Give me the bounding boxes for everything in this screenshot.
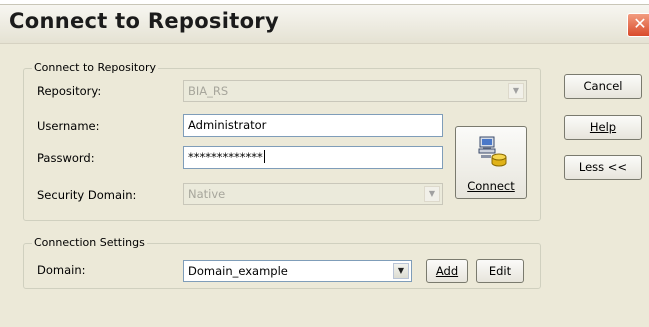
- repository-label: Repository:: [37, 84, 102, 98]
- close-button[interactable]: ✕: [627, 13, 649, 37]
- domain-value: Domain_example: [188, 264, 288, 278]
- domain-select[interactable]: Domain_example ▼: [183, 260, 412, 282]
- close-icon: ✕: [633, 14, 647, 33]
- title-bar[interactable]: Connect to Repository ✕: [0, 5, 649, 44]
- security-domain-value: Native: [188, 187, 226, 201]
- password-input[interactable]: *************: [183, 146, 443, 169]
- edit-button[interactable]: Edit: [476, 259, 524, 283]
- chevron-down-icon[interactable]: ▼: [393, 263, 409, 279]
- connect-label: Connect: [467, 179, 515, 193]
- password-value: *************: [188, 150, 263, 164]
- password-label: Password:: [37, 151, 95, 165]
- username-label: Username:: [37, 119, 100, 133]
- help-button[interactable]: Help: [564, 115, 642, 140]
- cancel-button[interactable]: Cancel: [564, 74, 642, 99]
- text-cursor: [263, 150, 265, 163]
- repository-select[interactable]: BIA_RS ▼: [183, 80, 527, 102]
- security-domain-select[interactable]: Native ▼: [183, 183, 443, 205]
- username-input[interactable]: Administrator: [183, 114, 443, 137]
- chevron-down-icon[interactable]: ▼: [508, 83, 524, 99]
- repository-value: BIA_RS: [188, 84, 229, 98]
- domain-label: Domain:: [37, 263, 86, 277]
- security-domain-label: Security Domain:: [37, 188, 137, 202]
- username-value: Administrator: [188, 118, 267, 132]
- repository-group-legend: Connect to Repository: [32, 61, 159, 74]
- less-button[interactable]: Less <<: [564, 155, 642, 180]
- connect-button[interactable]: Connect: [455, 126, 527, 199]
- computer-database-icon: [478, 136, 507, 167]
- window-title: Connect to Repository: [9, 9, 279, 33]
- chevron-down-icon[interactable]: ▼: [424, 186, 440, 202]
- add-button[interactable]: Add: [426, 259, 468, 283]
- dialog-window: Connect to Repository ✕ Connect to Repos…: [0, 4, 649, 327]
- connection-settings-legend: Connection Settings: [32, 236, 147, 249]
